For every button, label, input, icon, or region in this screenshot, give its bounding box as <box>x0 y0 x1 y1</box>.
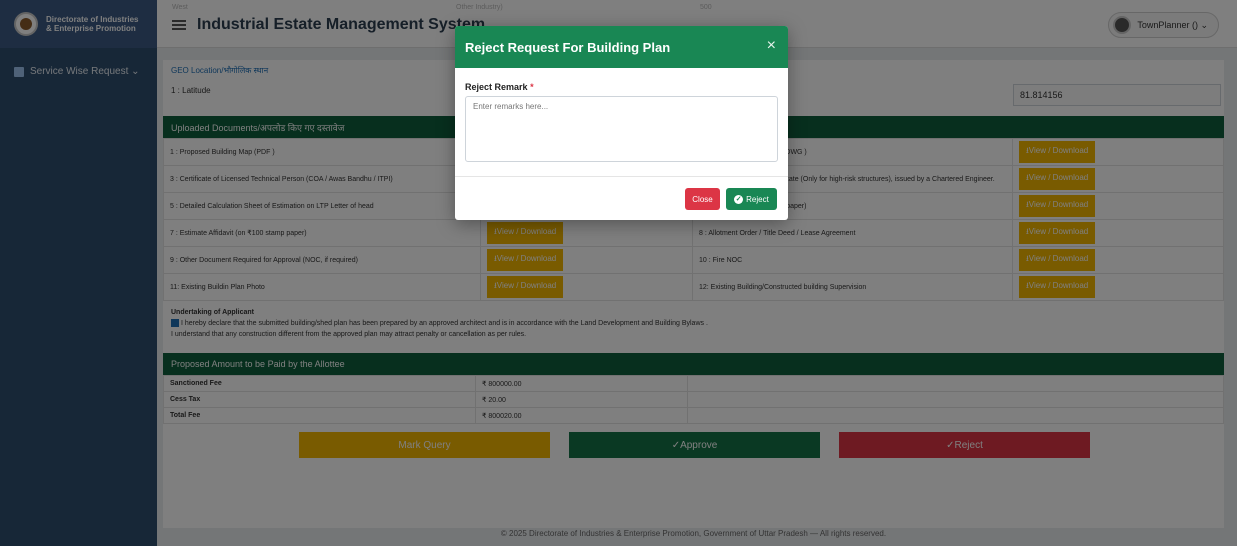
reject-modal: Reject Request For Building Plan × Rejec… <box>455 26 788 220</box>
close-button[interactable]: Close <box>685 188 720 210</box>
reject-remark-textarea[interactable] <box>465 96 778 162</box>
check-circle-icon: ✓ <box>734 194 744 204</box>
modal-footer: Close ✓ Reject <box>455 176 788 220</box>
reject-remark-label: Reject Remark * <box>465 82 778 92</box>
reject-button-label: Reject <box>746 194 769 204</box>
reject-remark-label-text: Reject Remark <box>465 82 528 92</box>
modal-close-icon[interactable]: × <box>767 38 776 54</box>
required-asterisk: * <box>530 82 534 92</box>
modal-title: Reject Request For Building Plan <box>465 39 671 55</box>
reject-button[interactable]: ✓ Reject <box>726 188 777 210</box>
modal-body: Reject Remark * <box>455 68 788 176</box>
modal-header: Reject Request For Building Plan × <box>455 26 788 68</box>
